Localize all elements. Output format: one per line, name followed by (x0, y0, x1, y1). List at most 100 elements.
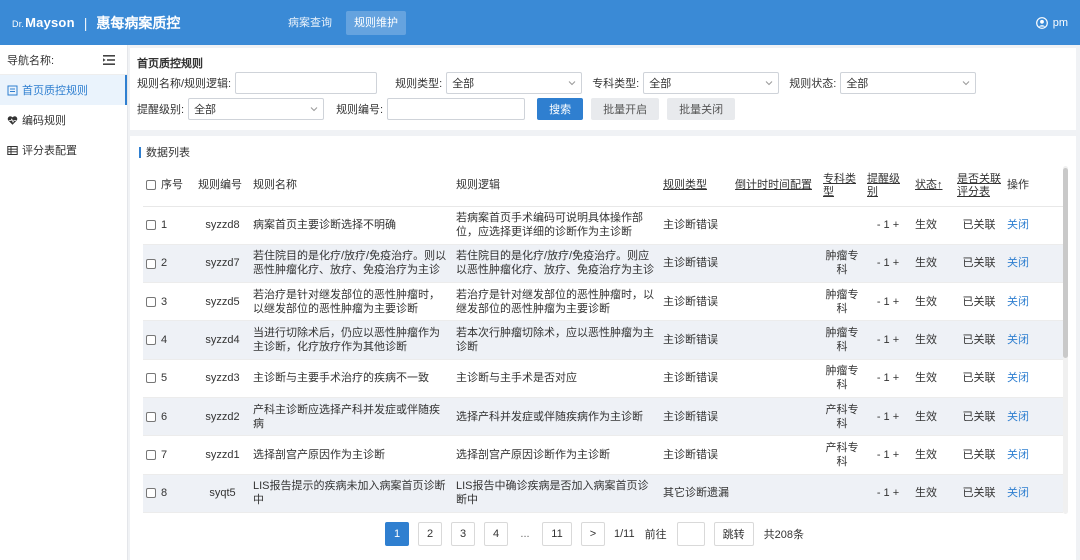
cell-logic-wrap: 选择剖宫产原因诊断作为主诊断 (456, 448, 657, 462)
search-button[interactable]: 搜索 (537, 98, 584, 120)
cell-logic: 若本次行肿瘤切除术，应以恶性肿瘤为主诊断 (453, 320, 660, 360)
close-rule-link[interactable]: 关闭 (1007, 257, 1029, 269)
cell-name: 当进行切除术后，仍应以恶性肿瘤作为主诊断，化疗放疗作为其他诊断 (250, 320, 453, 360)
user-menu[interactable]: pm (1035, 0, 1068, 45)
page-2-button[interactable]: 2 (418, 522, 442, 546)
jump-button[interactable]: 跳转 (713, 522, 754, 546)
cell-dept-text: 肿瘤专科 (825, 327, 859, 354)
nav-rule-maintenance[interactable]: 规则维护 (346, 10, 406, 35)
cell-countdown (732, 397, 820, 437)
row-checkbox[interactable] (146, 373, 156, 384)
cell-status: 生效 (912, 397, 954, 437)
cell-level: - 1 + (864, 244, 912, 284)
table-body: 1 syzzd8 病案首页主要诊断选择不明确 若病案首页手术编码可说明具体操作部位，应… (143, 206, 1063, 513)
page-1-button[interactable]: 1 (385, 522, 409, 546)
table-scrollbar[interactable] (1063, 166, 1068, 514)
cell-logic-wrap: 若住院目的是化疗/放疗/免疫治疗。则应以恶性肿瘤化疗、放疗、免疫治疗为主诊断 (456, 249, 657, 277)
close-rule-link[interactable]: 关闭 (1007, 411, 1029, 423)
cell-status: 生效 (912, 244, 954, 284)
page-last-button[interactable]: 11 (542, 522, 572, 546)
close-rule-link[interactable]: 关闭 (1007, 219, 1029, 231)
row-checkbox[interactable] (146, 335, 156, 346)
rule-no-input[interactable] (387, 98, 526, 120)
cell-no-text: syzzd4 (205, 334, 240, 347)
cell-name-text: 选择剖宫产原因作为主诊断 (253, 448, 385, 461)
rule-status-value: 全部 (846, 78, 869, 90)
cell-status-text: 生效 (915, 372, 937, 385)
sidebar-item-scoring-config[interactable]: 评分表配置 (0, 135, 127, 165)
alert-level-value: 全部 (194, 104, 217, 116)
cell-no-text: syzzd1 (205, 448, 240, 461)
cell-name: 选择剖宫产原因作为主诊断 (250, 435, 453, 475)
batch-enable-button[interactable]: 批量开启 (591, 98, 660, 120)
rules-table: 序号 规则编号 规则名称 规则逻辑 规则类型 倒计时时间配置 专科类型 提醒级别… (143, 166, 1063, 513)
close-rule-link[interactable]: 关闭 (1007, 487, 1029, 499)
close-rule-link[interactable]: 关闭 (1007, 296, 1029, 308)
row-checkbox[interactable] (146, 220, 156, 231)
cell-dept-text: 产科专科 (825, 441, 859, 468)
cell-seq: 4 (143, 320, 195, 360)
menu-collapse-icon[interactable] (103, 54, 115, 65)
nav-case-query[interactable]: 病案查询 (280, 11, 340, 35)
alert-level-select[interactable]: 全部 (188, 98, 325, 120)
cell-dept-text: 产科专科 (825, 403, 859, 430)
page-ellipsis[interactable]: ... (517, 528, 533, 540)
page-4-button[interactable]: 4 (484, 522, 508, 546)
chevron-down-icon (962, 81, 970, 86)
cell-seq: 5 (143, 359, 195, 398)
heart-pulse-icon (7, 115, 18, 125)
col-dept-type[interactable]: 专科类型 (820, 166, 864, 207)
total-count: 共208条 (763, 529, 804, 541)
cell-linked: 已关联 (954, 244, 1004, 284)
col-countdown[interactable]: 倒计时时间配置 (732, 166, 820, 207)
cell-status-text: 生效 (915, 448, 937, 461)
row-checkbox[interactable] (146, 296, 156, 307)
cell-type-text: 主诊断错误 (663, 448, 718, 461)
col-rule-type[interactable]: 规则类型 (660, 166, 732, 207)
scrollbar-thumb[interactable] (1063, 168, 1068, 358)
close-rule-link[interactable]: 关闭 (1007, 449, 1029, 461)
row-checkbox[interactable] (146, 258, 156, 269)
rule-name-input[interactable] (235, 72, 378, 94)
cell-type-text: 其它诊断遗漏 (663, 487, 729, 500)
rule-status-select[interactable]: 全部 (840, 72, 977, 94)
dept-type-select[interactable]: 全部 (643, 72, 780, 94)
cell-level: - 1 + (864, 474, 912, 513)
cell-seq: 3 (143, 282, 195, 322)
row-checkbox[interactable] (146, 488, 156, 499)
cell-type: 主诊断错误 (660, 244, 732, 284)
col-alert-level[interactable]: 提醒级别 (864, 166, 912, 207)
col-linked[interactable]: 是否关联评分表 (954, 166, 1004, 207)
filter-row-2: 提醒级别: 全部 规则编号: 搜索 批量开启 批量关闭 (137, 98, 736, 120)
col-status[interactable]: 状态↑ (912, 166, 954, 207)
cell-dept-text: 肿瘤专科 (825, 288, 859, 315)
next-page-button[interactable]: > (581, 522, 605, 546)
cell-linked: 已关联 (954, 359, 1004, 398)
rule-name-label: 规则名称/规则逻辑: (137, 78, 232, 90)
batch-disable-button[interactable]: 批量关闭 (667, 98, 736, 120)
data-panel: 数据列表 序号 规则编号 规则名称 规则逻辑 规则类型 倒计时时间配置 专科类型… (130, 136, 1076, 560)
cell-countdown (732, 244, 820, 284)
row-checkbox[interactable] (146, 450, 156, 461)
cell-level: - 1 + (864, 435, 912, 475)
top-nav: 病案查询 规则维护 (280, 10, 412, 35)
document-icon (7, 85, 18, 95)
goto-page-input[interactable] (676, 522, 705, 546)
sidebar: 导航名称: 首页质控规则 编码规则 评分表配置 (0, 45, 128, 560)
cell-logic-wrap: LIS报告中确诊疾病是否加入病案首页诊断中 (456, 479, 657, 507)
cell-logic: 主诊断与主手术是否对应 (453, 359, 660, 398)
close-rule-link[interactable]: 关闭 (1007, 372, 1029, 384)
cell-no: syzzd8 (195, 206, 250, 245)
col-rule-name-label: 规则名称 (253, 179, 297, 192)
close-rule-link[interactable]: 关闭 (1007, 334, 1029, 346)
row-checkbox[interactable] (146, 411, 156, 422)
cell-status-text: 生效 (915, 487, 937, 500)
cell-type: 主诊断错误 (660, 206, 732, 245)
select-all-checkbox[interactable] (146, 180, 156, 191)
sidebar-item-coding-rules[interactable]: 编码规则 (0, 105, 127, 135)
cell-no-text: syzzd7 (205, 257, 240, 270)
sidebar-item-homepage-rules[interactable]: 首页质控规则 (0, 75, 127, 105)
rule-type-select[interactable]: 全部 (446, 72, 583, 94)
page-3-button[interactable]: 3 (451, 522, 475, 546)
cell-dept: 产科专科 (820, 397, 864, 437)
